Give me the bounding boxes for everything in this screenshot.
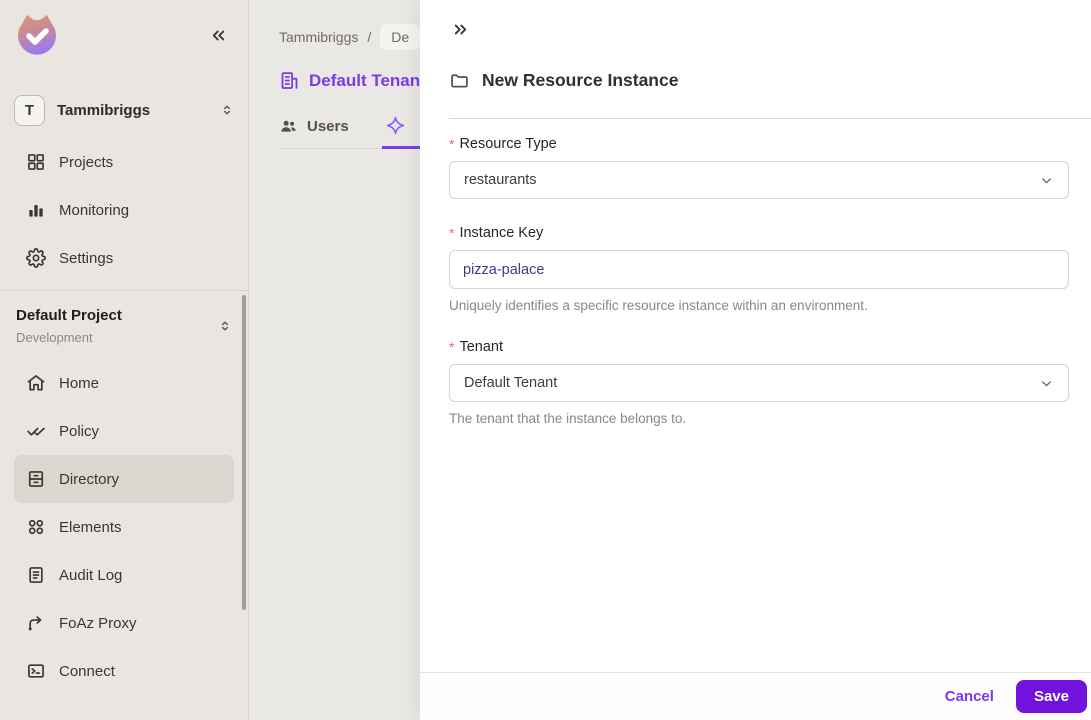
route-icon xyxy=(26,613,46,633)
sidebar-item-settings[interactable]: Settings xyxy=(14,234,234,282)
project-nav: Home Policy Directory Elements Audit Log xyxy=(14,359,234,695)
org-nav: Projects Monitoring Settings xyxy=(14,138,234,282)
sidebar-item-audit-log[interactable]: Audit Log xyxy=(14,551,234,599)
panel-collapse-button[interactable] xyxy=(447,16,474,43)
resource-type-field-group: * Resource Type restaurants xyxy=(449,136,1069,199)
sidebar-item-label: Elements xyxy=(59,518,122,536)
instance-key-input[interactable] xyxy=(449,250,1069,289)
field-label: Instance Key xyxy=(459,225,544,241)
breadcrumb-current[interactable]: De xyxy=(380,24,421,50)
sidebar: T Tammibriggs Projects Monitoring Settin… xyxy=(0,0,249,720)
field-helper-text: The tenant that the instance belongs to. xyxy=(449,411,687,426)
workspace-name: Tammibriggs xyxy=(57,101,151,119)
archive-icon xyxy=(26,469,46,489)
resource-instance-panel: New Resource Instance * Resource Type re… xyxy=(420,0,1091,720)
sidebar-item-label: Projects xyxy=(59,153,114,171)
field-label: Tenant xyxy=(459,339,503,355)
double-check-icon xyxy=(26,421,46,441)
field-label: Resource Type xyxy=(459,136,557,152)
resource-instance-form: * Resource Type restaurants * Instance K… xyxy=(449,136,1069,452)
chevrons-left-icon xyxy=(209,26,228,45)
sidebar-item-directory[interactable]: Directory xyxy=(14,455,234,503)
sidebar-divider xyxy=(0,290,248,291)
workspace-selector[interactable]: T Tammibriggs xyxy=(14,92,234,128)
chevron-down-icon xyxy=(1039,376,1054,391)
environment-name: Development xyxy=(16,330,93,345)
circles-icon xyxy=(26,517,46,537)
chevrons-right-icon xyxy=(451,20,470,39)
sidebar-item-label: Settings xyxy=(59,249,114,267)
users-icon xyxy=(279,117,298,136)
document-icon xyxy=(26,565,46,585)
tab-users[interactable]: Users xyxy=(279,117,349,136)
required-marker: * xyxy=(449,225,455,241)
tenant-select[interactable]: Default Tenant xyxy=(449,364,1069,402)
sidebar-collapse-button[interactable] xyxy=(203,20,234,51)
building-icon xyxy=(279,70,300,91)
panel-header: New Resource Instance xyxy=(449,70,1091,91)
sidebar-item-elements[interactable]: Elements xyxy=(14,503,234,551)
cancel-button[interactable]: Cancel xyxy=(937,682,1002,711)
page-title: Default Tenant xyxy=(309,70,426,90)
sidebar-item-label: Monitoring xyxy=(59,201,130,219)
resource-type-select[interactable]: restaurants xyxy=(449,161,1069,199)
chevron-down-icon xyxy=(1039,173,1054,188)
field-helper-text: Uniquely identifies a specific resource … xyxy=(449,298,868,313)
tab-resource-instances[interactable] xyxy=(385,115,415,136)
permit-logo xyxy=(14,12,60,58)
panel-header-divider xyxy=(449,118,1091,119)
selected-value: restaurants xyxy=(464,172,537,188)
gear-icon xyxy=(26,248,46,268)
project-selector[interactable]: Default Project Development xyxy=(14,307,234,345)
sidebar-scrollbar[interactable] xyxy=(242,295,246,610)
sidebar-item-label: Audit Log xyxy=(59,566,123,584)
sidebar-item-label: Home xyxy=(59,374,100,392)
unfold-chevron-icon xyxy=(220,102,234,118)
sidebar-item-home[interactable]: Home xyxy=(14,359,234,407)
required-marker: * xyxy=(449,136,455,152)
breadcrumb-separator: / xyxy=(367,29,372,45)
save-button[interactable]: Save xyxy=(1015,680,1087,713)
sidebar-item-policy[interactable]: Policy xyxy=(14,407,234,455)
folder-icon xyxy=(449,70,470,91)
sidebar-item-label: FoAz Proxy xyxy=(59,614,137,632)
tab-label: Users xyxy=(307,118,349,135)
panel-footer: Cancel Save xyxy=(420,672,1091,720)
sidebar-item-connect[interactable]: Connect xyxy=(14,647,234,695)
selected-value: Default Tenant xyxy=(464,375,558,391)
tenant-field-group: * Tenant Default Tenant The tenant that … xyxy=(449,339,1069,426)
sidebar-item-foaz-proxy[interactable]: FoAz Proxy xyxy=(14,599,234,647)
workspace-avatar: T xyxy=(14,94,45,126)
sidebar-item-monitoring[interactable]: Monitoring xyxy=(14,186,234,234)
required-marker: * xyxy=(449,339,455,355)
home-icon xyxy=(26,373,46,393)
sparkle-icon xyxy=(385,115,406,136)
grid-icon xyxy=(26,152,46,172)
instance-key-field-group: * Instance Key Uniquely identifies a spe… xyxy=(449,225,1069,313)
project-name: Default Project xyxy=(16,307,122,324)
unfold-chevron-icon xyxy=(218,318,232,334)
breadcrumb-workspace[interactable]: Tammibriggs xyxy=(279,29,358,45)
sidebar-item-label: Policy xyxy=(59,422,100,440)
terminal-icon xyxy=(26,661,46,681)
sidebar-item-label: Connect xyxy=(59,662,115,680)
panel-title: New Resource Instance xyxy=(482,70,679,90)
sidebar-item-projects[interactable]: Projects xyxy=(14,138,234,186)
bar-chart-icon xyxy=(26,200,46,220)
sidebar-item-label: Directory xyxy=(59,470,120,488)
